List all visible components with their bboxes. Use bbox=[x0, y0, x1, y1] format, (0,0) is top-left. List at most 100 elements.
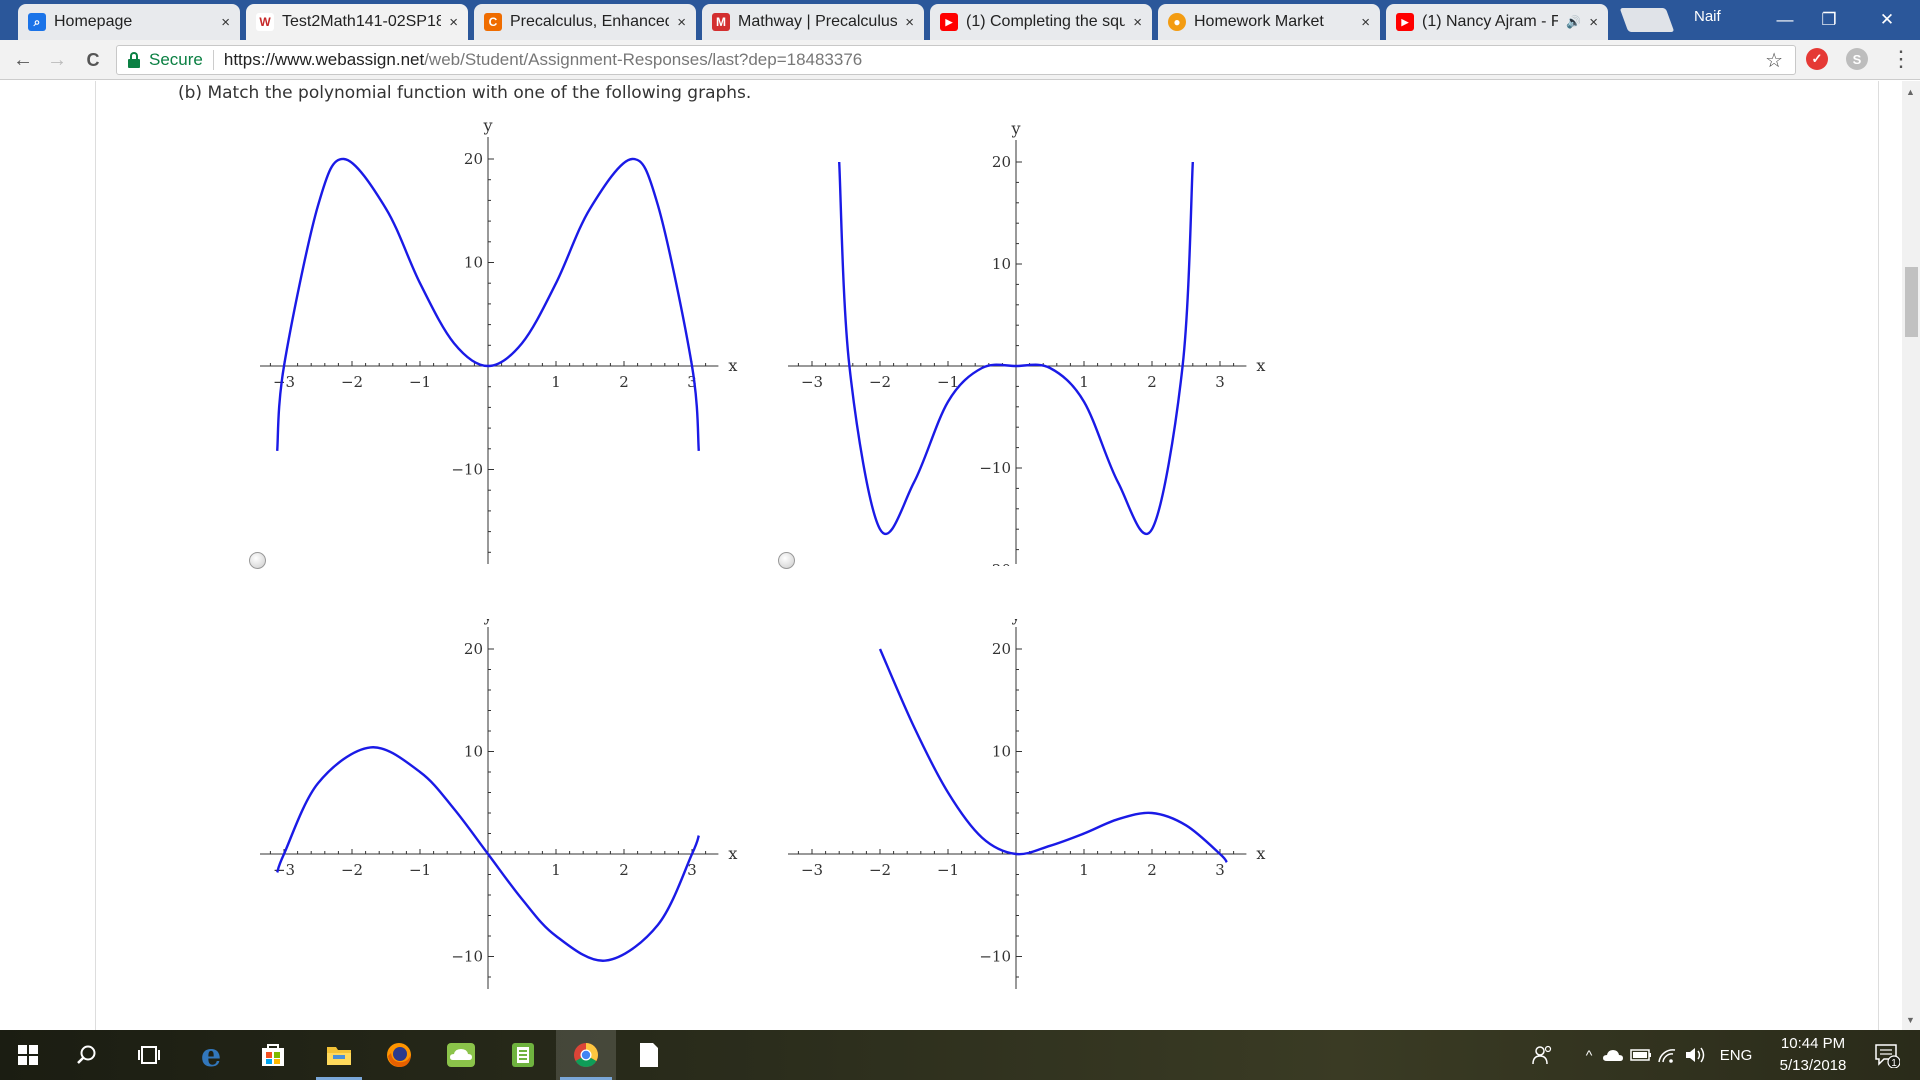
page-content: (b) Match the polynomial function with o… bbox=[0, 81, 1902, 1030]
y-tick-label: 20 bbox=[992, 640, 1011, 658]
url-bar[interactable]: Secure https://www.webassign.net/web/Stu… bbox=[116, 45, 1796, 75]
firefox-icon[interactable] bbox=[374, 1030, 424, 1080]
y-axis-label: y bbox=[1010, 119, 1020, 138]
close-icon[interactable]: × bbox=[1589, 14, 1598, 31]
tab-title: (1) Nancy Ajram - Fi bbox=[1422, 13, 1559, 30]
x-tick-label: 1 bbox=[1079, 373, 1089, 391]
extension-red-icon[interactable]: ✓ bbox=[1806, 48, 1828, 70]
scroll-down-icon[interactable]: ▼ bbox=[1906, 1015, 1915, 1025]
tab-title: Precalculus, Enhanced W bbox=[510, 13, 670, 30]
url-host: https://www.webassign.net bbox=[223, 50, 425, 69]
speaker-icon[interactable]: 🔊 bbox=[1566, 15, 1581, 29]
edge-browser-icon[interactable]: e bbox=[186, 1030, 236, 1080]
x-axis-label: x bbox=[728, 844, 737, 863]
graph-4: −3 −2 −1 1 2 3 −10 10 20 x y bbox=[788, 619, 1265, 989]
tab-homework-market[interactable]: ● Homework Market × bbox=[1158, 4, 1380, 40]
back-button[interactable]: ← bbox=[8, 46, 38, 74]
tab-completing-square[interactable]: ▶ (1) Completing the squ × bbox=[930, 4, 1152, 40]
tab-mathway[interactable]: M Mathway | Precalculus P × bbox=[702, 4, 924, 40]
profile-name[interactable]: Naif bbox=[1694, 8, 1721, 25]
x-tick-label: −2 bbox=[869, 861, 891, 879]
x-tick-label: −3 bbox=[273, 861, 295, 879]
tab-title: (1) Completing the squ bbox=[966, 13, 1126, 30]
tab-title: Homepage bbox=[54, 13, 133, 30]
x-tick-label: −2 bbox=[869, 373, 891, 391]
task-view-icon[interactable] bbox=[124, 1030, 174, 1080]
tab-title: Test2Math141-02SP18 bbox=[282, 13, 442, 30]
y-tick-label: 10 bbox=[992, 255, 1011, 273]
content-border-right bbox=[1878, 81, 1879, 1030]
x-tick-label: 2 bbox=[619, 861, 629, 879]
close-icon[interactable]: × bbox=[449, 14, 458, 31]
search-icon[interactable] bbox=[62, 1030, 112, 1080]
y-tick-label: 20 bbox=[992, 153, 1011, 171]
x-axis-label: x bbox=[1256, 844, 1265, 863]
webassign-icon: W bbox=[256, 13, 274, 31]
y-axis-label: y bbox=[1010, 619, 1020, 625]
close-icon[interactable]: × bbox=[1133, 14, 1142, 31]
separator bbox=[212, 50, 214, 70]
windows-start-icon[interactable] bbox=[0, 1030, 56, 1080]
volume-icon[interactable] bbox=[1680, 1030, 1710, 1080]
chegg-icon: C bbox=[484, 13, 502, 31]
extension-gray-icon[interactable]: S bbox=[1846, 48, 1868, 70]
restore-button[interactable]: ❐ bbox=[1804, 6, 1854, 34]
page-scrollbar[interactable]: ▲ ▼ bbox=[1902, 81, 1920, 1030]
browser-menu-icon[interactable]: ⋮ bbox=[1890, 46, 1912, 72]
tab-precalculus[interactable]: C Precalculus, Enhanced W × bbox=[474, 4, 696, 40]
battery-icon[interactable] bbox=[1628, 1030, 1654, 1080]
file-explorer-icon[interactable] bbox=[312, 1030, 366, 1080]
close-icon[interactable]: × bbox=[221, 14, 230, 31]
blank-document-icon[interactable] bbox=[624, 1030, 674, 1080]
tab-webassign[interactable]: W Test2Math141-02SP18 × bbox=[246, 4, 468, 40]
chrome-icon[interactable] bbox=[556, 1030, 616, 1080]
cloud-app-icon[interactable] bbox=[436, 1030, 486, 1080]
forward-button[interactable]: → bbox=[42, 46, 72, 74]
close-icon[interactable]: × bbox=[677, 14, 686, 31]
notifications-icon[interactable]: 1 bbox=[1862, 1030, 1912, 1080]
url-path: /web/Student/Assignment-Responses/last?d… bbox=[424, 50, 863, 69]
tab-title: Homework Market bbox=[1194, 13, 1324, 30]
tab-nancy-ajram[interactable]: ▶ (1) Nancy Ajram - Fi 🔊 × bbox=[1386, 4, 1608, 40]
mathway-icon: M bbox=[712, 13, 730, 31]
x-tick-label: −1 bbox=[409, 373, 431, 391]
close-icon[interactable]: × bbox=[1361, 14, 1370, 31]
new-tab-button[interactable] bbox=[1619, 8, 1675, 32]
onedrive-icon[interactable] bbox=[1600, 1030, 1626, 1080]
notes-app-icon[interactable] bbox=[498, 1030, 548, 1080]
y-axis-label: y bbox=[482, 619, 492, 625]
x-tick-label: −3 bbox=[801, 373, 823, 391]
x-tick-label: −1 bbox=[937, 373, 959, 391]
minimize-button[interactable]: — bbox=[1760, 6, 1810, 34]
x-axis-label: x bbox=[1256, 356, 1265, 375]
graph-1: −3−2−1123−20−101020xy bbox=[260, 116, 737, 566]
scroll-thumb[interactable] bbox=[1905, 267, 1918, 337]
tab-homepage[interactable]: ⌕ Homepage × bbox=[18, 4, 240, 40]
people-icon[interactable] bbox=[1528, 1030, 1558, 1080]
system-clock[interactable]: 10:44 PM 5/13/2018 bbox=[1768, 1033, 1858, 1077]
language-indicator[interactable]: ENG bbox=[1712, 1030, 1760, 1080]
x-tick-label: 1 bbox=[551, 861, 561, 879]
clock-date: 5/13/2018 bbox=[1779, 1057, 1847, 1074]
windows-taskbar: e ^ ENG 10:44 PM 5/13/2018 1 bbox=[0, 1030, 1920, 1080]
x-tick-label: −3 bbox=[273, 373, 295, 391]
close-icon[interactable]: × bbox=[905, 14, 914, 31]
x-tick-label: −2 bbox=[341, 861, 363, 879]
graph-2: −3 −2 −1 1 2 3 −20 −10 10 20 x y bbox=[788, 119, 1265, 566]
address-toolbar: ← → C Secure https://www.webassign.net/w… bbox=[0, 40, 1920, 80]
reload-button[interactable]: C bbox=[78, 46, 108, 74]
y-tick-label: −10 bbox=[979, 459, 1011, 477]
chevron-up-icon[interactable]: ^ bbox=[1578, 1030, 1600, 1080]
wifi-icon[interactable] bbox=[1654, 1030, 1680, 1080]
tab-title: Mathway | Precalculus P bbox=[738, 13, 898, 30]
x-tick-label: 2 bbox=[1147, 861, 1157, 879]
y-tick-label: 10 bbox=[464, 254, 483, 272]
youtube-icon: ▶ bbox=[940, 13, 958, 31]
y-tick-label: 10 bbox=[992, 743, 1011, 761]
store-icon[interactable] bbox=[248, 1030, 298, 1080]
x-tick-label: 2 bbox=[619, 373, 629, 391]
close-window-button[interactable]: ✕ bbox=[1862, 6, 1912, 34]
x-tick-label: 1 bbox=[551, 373, 561, 391]
bookmark-star-icon[interactable]: ☆ bbox=[1765, 48, 1783, 73]
scroll-up-icon[interactable]: ▲ bbox=[1906, 87, 1915, 97]
